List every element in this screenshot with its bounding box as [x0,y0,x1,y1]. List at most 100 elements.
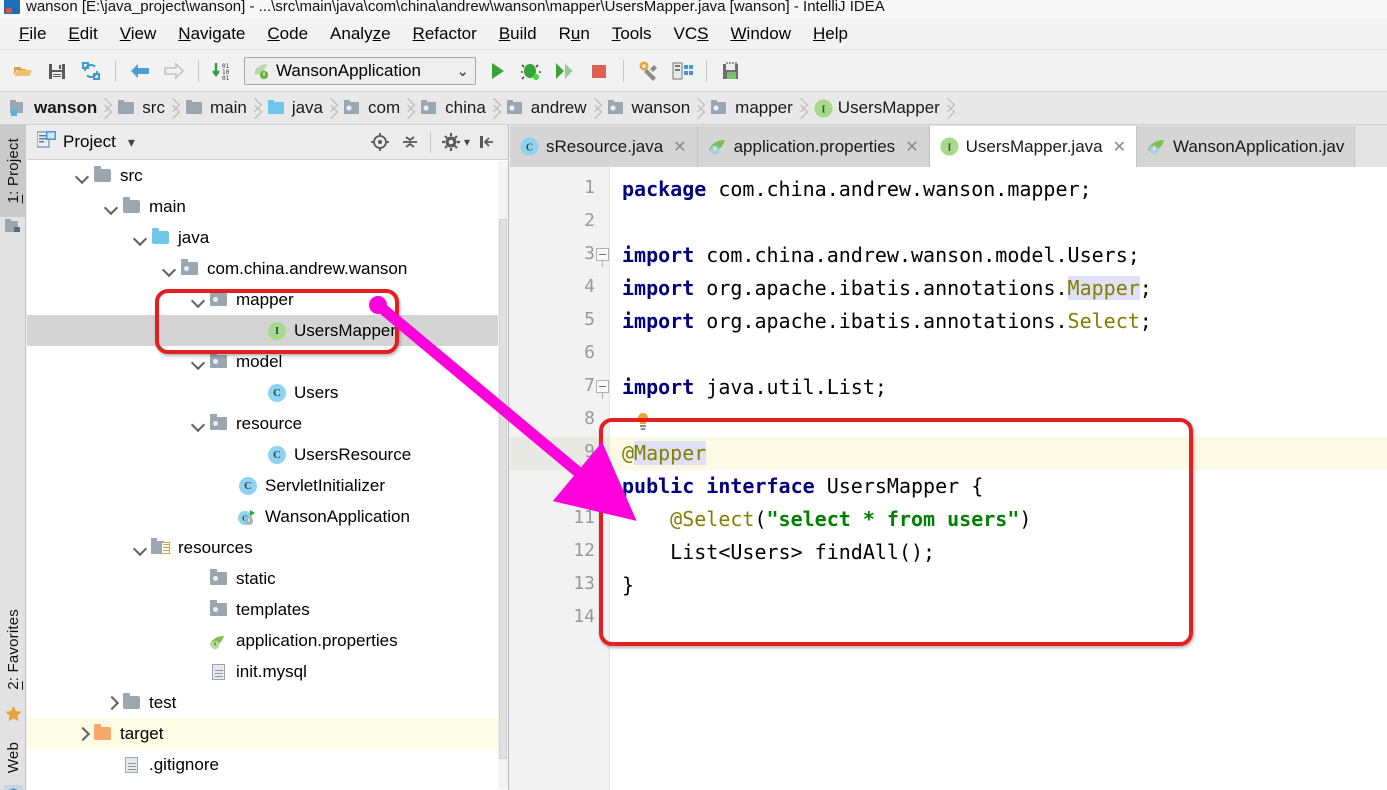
tree-item-wansonapplication[interactable]: C WansonApplication [27,501,508,532]
tree-item-templates[interactable]: templates [27,594,508,625]
tree-item-users[interactable]: C Users [27,377,508,408]
editor-tab-wansonapplication-jav[interactable]: WansonApplication.jav [1137,126,1356,167]
breadcrumb-item-andrew[interactable]: andrew [501,92,589,124]
window-title: wanson [E:\java_project\wanson] - ...\sr… [26,0,885,15]
tree-item-resource[interactable]: resource [27,408,508,439]
tree-item-java[interactable]: java [27,222,508,253]
tree-toggle-down-icon[interactable] [74,167,91,184]
stop-icon[interactable] [582,54,616,88]
save-all-icon[interactable] [40,54,74,88]
gear-icon[interactable] [438,129,464,155]
menu-item-view[interactable]: View [109,22,168,46]
collapse-all-icon[interactable] [397,129,423,155]
breadcrumb-item-china[interactable]: china [415,92,488,124]
tree-item-usersmapper[interactable]: I UsersMapper [27,315,508,346]
tree-toggle-down-icon[interactable] [132,229,149,246]
tree-toggle-down-icon[interactable] [103,198,120,215]
run-with-coverage-icon[interactable] [548,54,582,88]
save-memory-icon[interactable] [714,54,748,88]
breadcrumb-item-wanson[interactable]: wanson [4,92,99,124]
tree-item-com-china-andrew-wanson[interactable]: com.china.andrew.wanson [27,253,508,284]
project-tree-scrollbar[interactable] [498,161,508,789]
menu-item-tools[interactable]: Tools [601,22,663,46]
tree-item-target[interactable]: target [27,718,508,749]
menu-item-build[interactable]: Build [488,22,548,46]
locate-target-icon[interactable] [367,129,393,155]
tree-toggle-down-icon[interactable] [161,260,178,277]
code-line-12: List<Users> findAll(); [622,536,935,569]
editor-tab-sresource-java[interactable]: CsResource.java ✕ [510,126,698,167]
menu-item-edit[interactable]: Edit [57,22,108,46]
project-tree[interactable]: src main java com.china.andrew.wanson mapper… [27,160,508,790]
breadcrumb-item-usersmapper[interactable]: I UsersMapper [808,92,942,124]
code-token: Select [1067,309,1140,333]
settings-wrench-icon[interactable] [631,54,665,88]
tree-item-mapper[interactable]: mapper [27,284,508,315]
breadcrumb-item-java[interactable]: java [262,92,325,124]
tree-item-static[interactable]: static [27,563,508,594]
tree-item-servletinitializer[interactable]: C ServletInitializer [27,470,508,501]
close-icon[interactable]: ✕ [905,137,918,157]
breadcrumb-item-mapper[interactable]: mapper [705,92,795,124]
tree-item-usersresource[interactable]: C UsersResource [27,439,508,470]
menu-item-help[interactable]: Help [802,22,859,46]
menu-item-run[interactable]: Run [548,22,601,46]
breadcrumb-item-main[interactable]: main [180,92,249,124]
hide-panel-icon[interactable] [474,129,500,155]
tree-item-main[interactable]: main [27,191,508,222]
menu-item-code[interactable]: Code [256,22,319,46]
tree-item-test[interactable]: test [27,687,508,718]
sync-refresh-icon[interactable] [74,54,108,88]
menu-item-vcs[interactable]: VCS [663,22,720,46]
scrollbar-thumb[interactable] [499,219,507,759]
menu-item-navigate[interactable]: Navigate [167,22,256,46]
menu-item-refactor[interactable]: Refactor [402,22,488,46]
breadcrumb-label: wanson [34,98,98,117]
breadcrumb-item-wanson[interactable]: wanson [602,92,693,124]
navigate-back-icon[interactable] [123,54,157,88]
code-fold-icon[interactable] [596,248,609,261]
sidebar-item-web[interactable]: Web [0,732,26,784]
tree-toggle-down-icon[interactable] [132,539,149,556]
update-project-icon[interactable]: 01 10 01 [206,54,240,88]
project-panel-header: Project ▾ ▾ [27,125,508,160]
editor-gutter[interactable]: 1 2 3 4 5 6 7 8 9 10 11 12 13 14 [510,167,610,790]
chevron-down-icon[interactable]: ▾ [464,135,470,149]
tree-toggle-right-icon[interactable] [74,725,91,742]
run-icon[interactable] [480,54,514,88]
code-text-area[interactable]: package com.china.andrew.wanson.mapper; i… [610,167,1387,790]
breadcrumb-item-com[interactable]: com [338,92,402,124]
close-icon[interactable]: ✕ [673,137,686,157]
menu-item-window[interactable]: Window [720,22,802,46]
menu-item-analyze[interactable]: Analyze [319,22,402,46]
tree-item-model[interactable]: model [27,346,508,377]
code-editor[interactable]: 1 2 3 4 5 6 7 8 9 10 11 12 13 14 package com.china.an… [510,167,1387,790]
run-configuration-selector[interactable]: WansonApplication ⌄ [244,56,476,85]
tree-toggle-down-icon[interactable] [190,415,207,432]
breadcrumb-chevron-icon [692,92,705,124]
chevron-down-icon[interactable]: ▾ [128,134,135,151]
menu-item-file[interactable]: File [8,22,57,46]
debug-icon[interactable] [514,54,548,88]
tree-toggle-right-icon[interactable] [103,694,120,711]
package-icon [180,259,200,278]
sidebar-item-project[interactable]: 1: Project [0,125,26,217]
project-structure-icon[interactable] [665,54,699,88]
tree-item-init-mysql[interactable]: init.mysql [27,656,508,687]
tree-item-src[interactable]: src [27,160,508,191]
tree-item-application-properties[interactable]: application.properties [27,625,508,656]
close-icon[interactable]: ✕ [1113,137,1126,157]
tree-item-resources[interactable]: resources [27,532,508,563]
tree-toggle-down-icon[interactable] [190,353,207,370]
lightbulb-icon[interactable] [636,413,650,431]
code-fold-icon[interactable] [596,380,609,393]
sidebar-item-favorites[interactable]: 2: Favorites [0,595,26,703]
chevron-down-icon[interactable]: ⌄ [456,62,469,80]
editor-tab-usersmapper-java[interactable]: I UsersMapper.java ✕ [929,126,1138,167]
breadcrumb-item-src[interactable]: src [112,92,167,124]
tree-item--gitignore[interactable]: .gitignore [27,749,508,780]
tree-toggle-down-icon[interactable] [190,291,207,308]
editor-tab-application-properties[interactable]: application.properties ✕ [697,126,930,167]
open-folder-icon[interactable] [6,54,40,88]
